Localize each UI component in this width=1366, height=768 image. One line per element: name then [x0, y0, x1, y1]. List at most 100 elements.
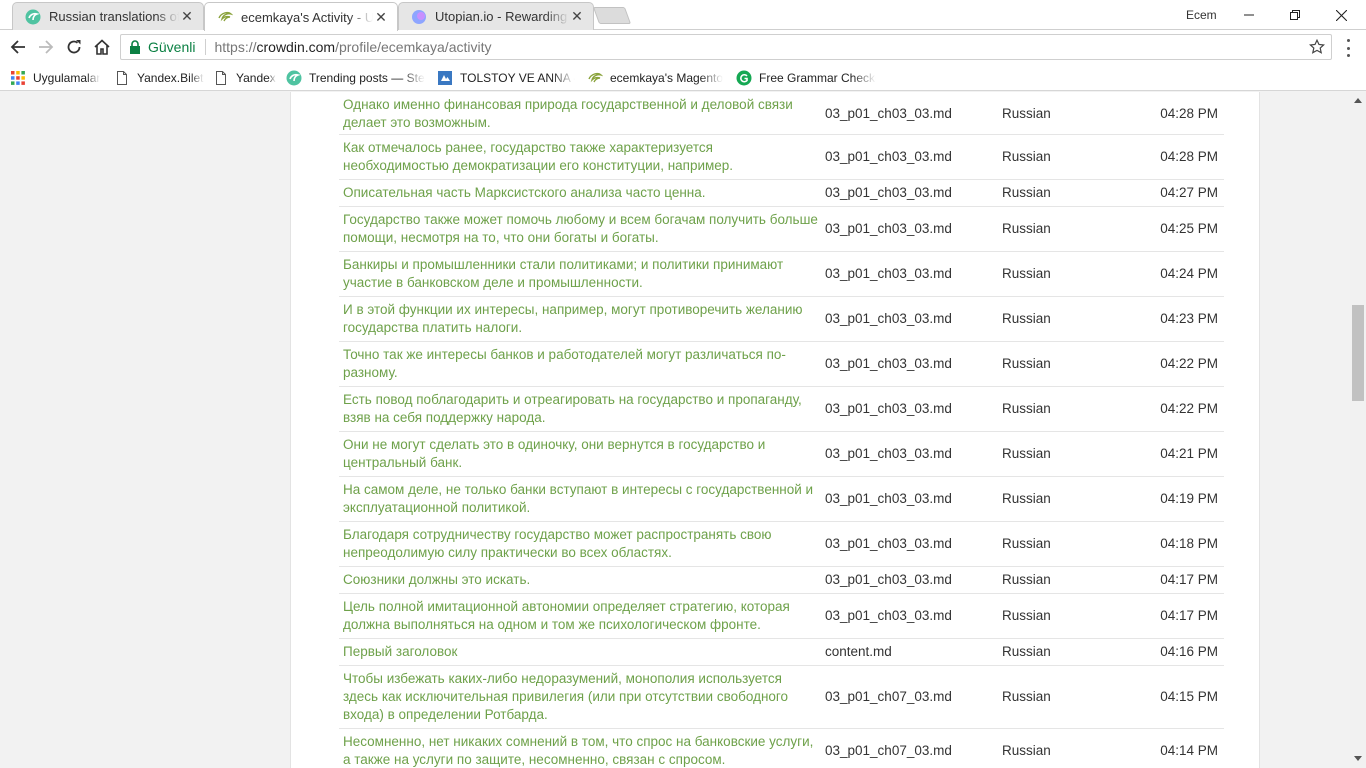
grammarly-icon [736, 70, 752, 86]
bookmark-yandex[interactable]: Yandex [213, 68, 276, 88]
timestamp: 04:22 PM [1160, 401, 1218, 416]
timestamp: 04:28 PM [1160, 149, 1218, 164]
address-bar[interactable]: Güvenli https://crowdin.com/profile/ecem… [120, 34, 1332, 60]
bookmark-label: Trending posts — Ste [309, 71, 425, 85]
language: Russian [1002, 149, 1051, 164]
restore-icon [1290, 10, 1300, 20]
language: Russian [1002, 105, 1051, 121]
translation-link[interactable]: Описательная часть Марксистского анализа… [339, 184, 825, 202]
tab-russian-translations[interactable]: Russian translations of M ✕ [12, 2, 204, 30]
translation-link[interactable]: Благодаря сотрудничеству государство мож… [339, 526, 825, 562]
language: Russian [1002, 446, 1051, 461]
secure-label[interactable]: Güvenli [148, 39, 195, 55]
omnibox-divider [205, 39, 207, 55]
translation-link[interactable]: Банкиры и промышленники стали политиками… [339, 256, 825, 292]
close-icon[interactable]: ✕ [373, 9, 389, 25]
language: Russian [1002, 185, 1051, 200]
activity-row: И в этой функции их интересы, например, … [339, 297, 1224, 342]
back-button[interactable] [6, 35, 30, 59]
minimize-button[interactable] [1226, 0, 1272, 30]
page-scrollbar[interactable] [1350, 92, 1366, 768]
file-name: 03_p01_ch03_03.md [825, 356, 952, 371]
timestamp: 04:17 PM [1160, 608, 1218, 623]
translation-link[interactable]: Союзники должны это искать. [339, 571, 825, 589]
activity-row: Союзники должны это искать. 03_p01_ch03_… [339, 567, 1224, 594]
file-name: 03_p01_ch03_03.md [825, 401, 952, 416]
apps-grid-icon [11, 71, 25, 85]
bookmark-magento[interactable]: ecemkaya's Magento [587, 68, 725, 88]
browser-toolbar: Güvenli https://crowdin.com/profile/ecem… [0, 30, 1366, 64]
bookmark-label: ecemkaya's Magento [610, 71, 724, 85]
scroll-down-button[interactable] [1350, 750, 1366, 766]
language: Russian [1002, 356, 1051, 371]
window-close-button[interactable] [1318, 0, 1364, 30]
activity-row: Как отмечалось ранее, государство также … [339, 135, 1224, 180]
bookmark-apps[interactable]: Uygulamalar [10, 68, 100, 88]
close-icon[interactable]: ✕ [569, 8, 585, 25]
crowdin-icon [588, 72, 603, 83]
new-tab-button[interactable] [592, 7, 632, 24]
back-arrow-icon [10, 40, 25, 54]
activity-row: Несомненно, нет никаких сомнений в том, … [339, 729, 1224, 768]
scroll-up-button[interactable] [1350, 92, 1366, 108]
page-icon [216, 71, 226, 85]
tab-ecemkaya-activity[interactable]: ecemkaya's Activity - Use ✕ [204, 2, 398, 31]
file-name: 03_p01_ch03_03.md [825, 446, 952, 461]
translation-link[interactable]: Несомненно, нет никаких сомнений в том, … [339, 733, 825, 768]
tab-utopian[interactable]: Utopian.io - Rewarding O ✕ [398, 2, 594, 30]
translation-link[interactable]: Есть повод поблагодарить и отреагировать… [339, 391, 825, 427]
close-icon[interactable]: ✕ [179, 8, 195, 25]
home-icon [94, 39, 110, 55]
lock-icon [130, 40, 140, 54]
bookmark-yandex-bilet[interactable]: Yandex.Bilet [114, 68, 204, 88]
activity-row: Точно так же интересы банков и работодат… [339, 342, 1224, 387]
activity-row: Цель полной имитационной автономии опред… [339, 594, 1224, 639]
bookmark-label: Yandex.Bilet [137, 71, 204, 85]
timestamp: 04:24 PM [1160, 266, 1218, 281]
file-name: 03_p01_ch07_03.md [825, 689, 952, 704]
bookmark-label: Yandex [236, 71, 276, 85]
file-name: 03_p01_ch03_03.md [825, 311, 952, 326]
reload-button[interactable] [62, 35, 86, 59]
translation-link[interactable]: Однако именно финансовая природа государ… [339, 96, 825, 132]
file-name: 03_p01_ch03_03.md [825, 105, 952, 121]
bookmark-tolstoy[interactable]: TOLSTOY VE ANNA - [437, 68, 575, 88]
translation-link[interactable]: Государство также может помочь любому и … [339, 211, 825, 247]
translation-link[interactable]: Точно так же интересы банков и работодат… [339, 346, 825, 382]
translation-link[interactable]: Чтобы избежать каких-либо недоразумений,… [339, 670, 825, 724]
translation-link[interactable]: Первый заголовок [339, 643, 825, 661]
bookmark-star-icon[interactable] [1309, 39, 1325, 55]
translation-link[interactable]: Как отмечалось ранее, государство также … [339, 139, 825, 175]
timestamp: 04:15 PM [1160, 689, 1218, 704]
language: Russian [1002, 221, 1051, 236]
scrollbar-thumb[interactable] [1352, 305, 1364, 401]
utopian-icon [412, 9, 426, 24]
file-name: 03_p01_ch03_03.md [825, 536, 952, 551]
translation-link[interactable]: На самом деле, не только банки вступают … [339, 481, 825, 517]
tab-title: ecemkaya's Activity - Use [241, 9, 373, 25]
home-button[interactable] [90, 35, 114, 59]
steemit-icon [25, 9, 41, 24]
profile-name[interactable]: Ecem [1186, 8, 1217, 22]
language: Russian [1002, 491, 1051, 506]
activity-row: Есть повод поблагодарить и отреагировать… [339, 387, 1224, 432]
arrow-down-icon [1354, 755, 1362, 761]
forward-arrow-icon [39, 40, 54, 54]
file-name: 03_p01_ch03_03.md [825, 608, 952, 623]
bookmark-label: Uygulamalar [33, 71, 101, 85]
translation-link[interactable]: Они не могут сделать это в одиночку, они… [339, 436, 825, 472]
translation-link[interactable]: И в этой функции их интересы, например, … [339, 301, 825, 337]
page-viewport: Однако именно финансовая природа государ… [0, 92, 1350, 768]
activity-row: Благодаря сотрудничеству государство мож… [339, 522, 1224, 567]
language: Russian [1002, 311, 1051, 326]
bookmark-grammar-checker[interactable]: Free Grammar Checke [736, 68, 876, 88]
browser-menu-button[interactable] [1340, 39, 1356, 57]
restore-button[interactable] [1272, 0, 1318, 30]
translation-link[interactable]: Цель полной имитационной автономии опред… [339, 598, 825, 634]
file-name: 03_p01_ch07_03.md [825, 743, 952, 758]
timestamp: 04:18 PM [1160, 536, 1218, 551]
bookmark-trending-posts[interactable]: Trending posts — Ste [286, 68, 426, 88]
forward-button[interactable] [34, 35, 58, 59]
file-name: 03_p01_ch03_03.md [825, 266, 952, 281]
reload-icon [67, 40, 81, 54]
